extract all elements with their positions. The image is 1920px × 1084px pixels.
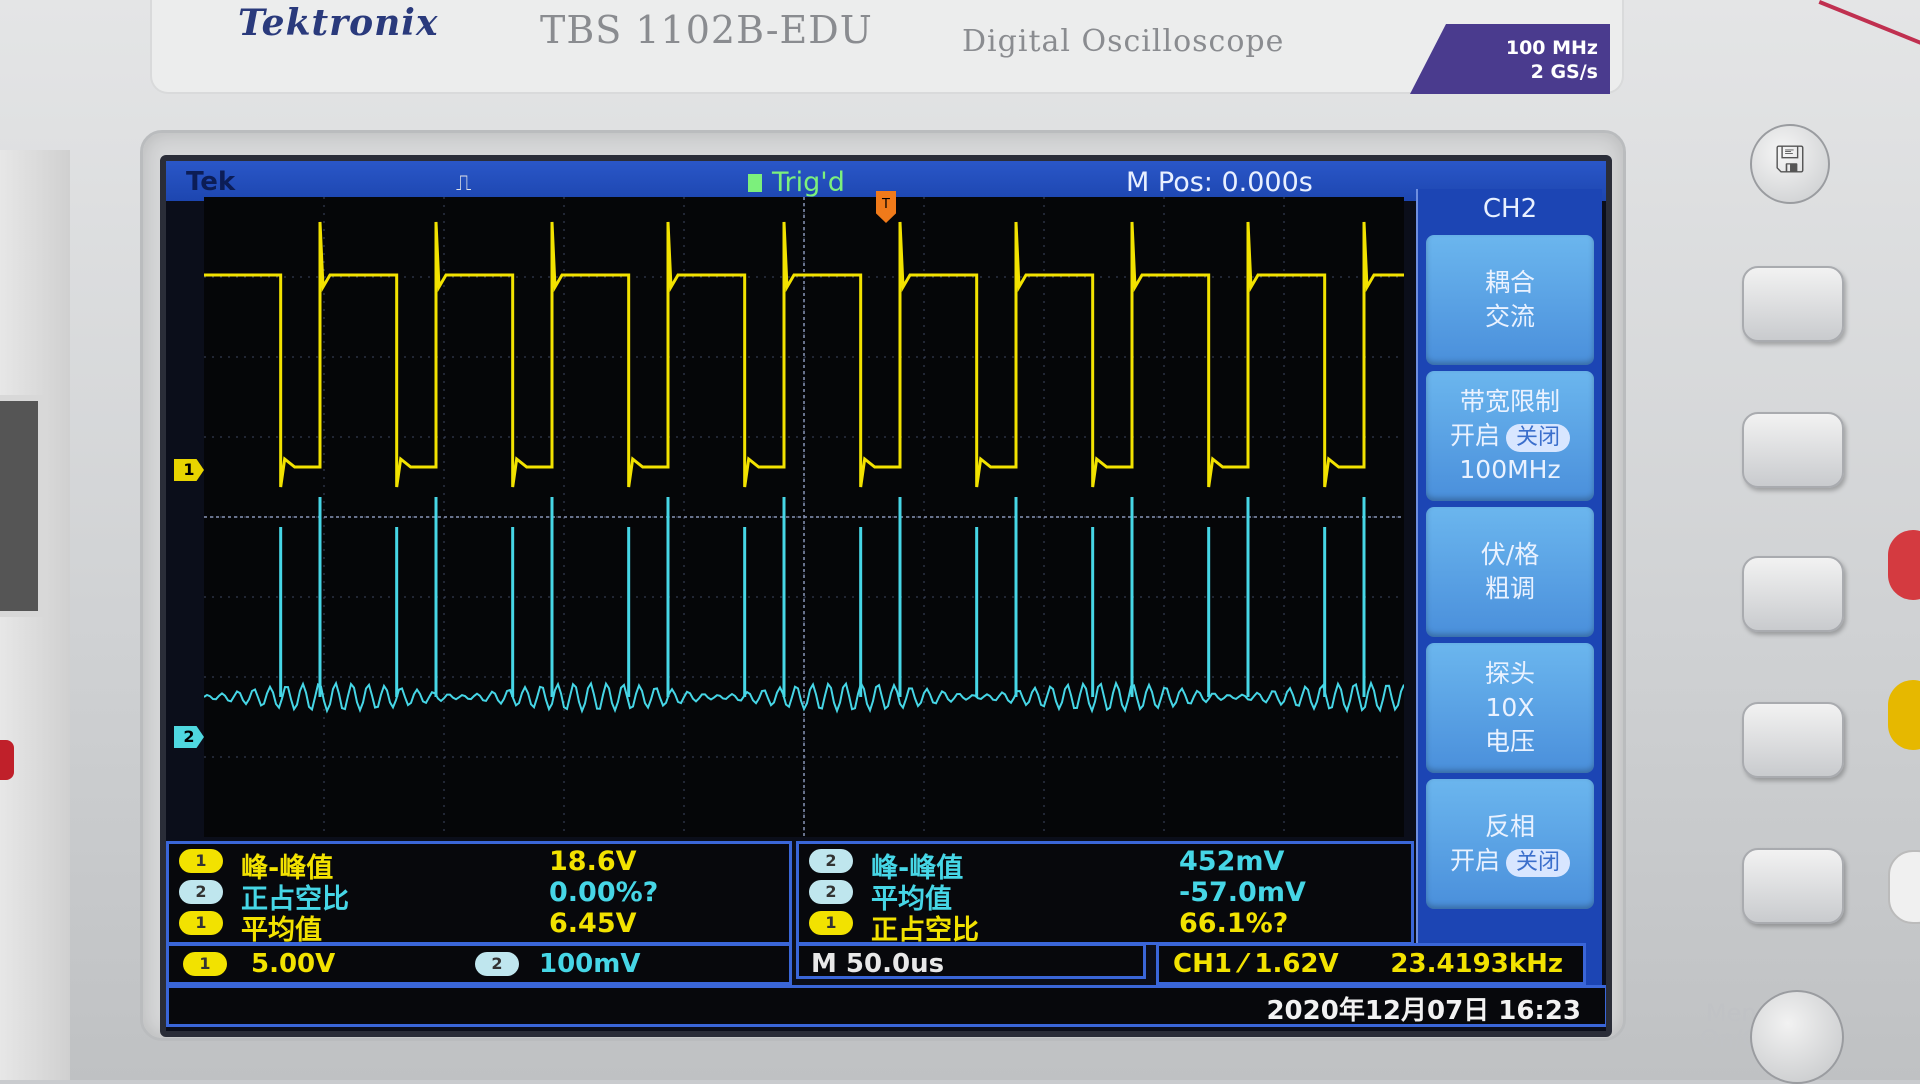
front-panel-right: 🖫 Menu On/Off	[1620, 90, 1920, 1084]
measurement-row: 1 正占空比 66.1%?	[799, 908, 1411, 946]
left-red-indicator	[0, 740, 14, 780]
menu-on-off-button[interactable]	[1750, 990, 1844, 1084]
ch2-ground-marker: 2	[174, 726, 204, 748]
menu-probe-attenuation: 10X	[1485, 693, 1535, 722]
measurement-value: -57.0mV	[1179, 877, 1306, 908]
measurement-label: 平均值	[241, 915, 322, 946]
menu-invert-on: 开启	[1449, 846, 1500, 875]
trigger-level: CH1 ⁄ 1.62V	[1173, 949, 1339, 979]
menu-probe-label: 探头	[1484, 659, 1535, 688]
menu-bandwidth-on: 开启	[1449, 421, 1500, 450]
menu-bandwidth-limit[interactable]: 带宽限制 开启 关闭 100MHz	[1426, 371, 1594, 501]
option-button-3[interactable]	[1742, 556, 1844, 632]
measurement-value: 0.00%?	[549, 877, 659, 908]
left-panel-insert	[0, 395, 44, 617]
menu-invert-toggle-row: 开启 关闭	[1426, 844, 1594, 878]
side-menu: CH2 耦合 交流 带宽限制 开启 关闭 100MHz 伏/格 粗调 探头 10X…	[1416, 189, 1602, 1019]
channel-badge: 1	[179, 849, 223, 873]
ch1-volts-div: 5.00V	[251, 949, 336, 979]
save-button[interactable]: 🖫	[1750, 124, 1830, 204]
option-button-4[interactable]	[1742, 702, 1844, 778]
yellow-control-button[interactable]	[1888, 680, 1920, 750]
white-control-button[interactable]	[1888, 850, 1920, 924]
measurements-right-panel: 2 峰-峰值 452mV 2 平均值 -57.0mV 1 正占空比 66.1%?	[796, 841, 1414, 946]
measurement-value: 18.6V	[549, 846, 637, 877]
ch2-badge: 2	[475, 952, 519, 976]
horizontal-position: M Pos: 0.000s	[1126, 167, 1313, 198]
model-name: TBS 1102B-EDU	[540, 8, 873, 52]
measurement-row: 2 正占空比 0.00%?	[169, 877, 789, 915]
option-button-2[interactable]	[1742, 412, 1844, 488]
ch1-ground-marker: 1	[174, 459, 204, 481]
option-button-1[interactable]	[1742, 266, 1844, 342]
trigger-status-label: Trig'd	[772, 167, 845, 198]
menu-bandwidth-value: 100MHz	[1459, 455, 1561, 484]
trigger-edge-icon: ⎍	[456, 171, 472, 196]
menu-invert-off-pill: 关闭	[1506, 849, 1571, 877]
menu-volts-div-label: 伏/格	[1480, 540, 1540, 569]
left-housing	[0, 150, 70, 1080]
measurement-row: 1 峰-峰值 18.6V	[169, 846, 789, 884]
menu-bandwidth-off-pill: 关闭	[1506, 424, 1571, 452]
menu-bandwidth-toggle-row: 开启 关闭	[1426, 419, 1594, 453]
menu-invert-label: 反相	[1484, 812, 1535, 841]
menu-volts-div[interactable]: 伏/格 粗调	[1426, 507, 1594, 637]
menu-invert[interactable]: 反相 开启 关闭	[1426, 779, 1594, 909]
trigger-status-icon	[748, 174, 762, 192]
measurement-value: 6.45V	[549, 908, 637, 939]
frequency-readout: 23.4193kHz	[1390, 949, 1563, 979]
menu-coupling-value: 交流	[1484, 302, 1535, 331]
spec-bandwidth: 100 MHz	[1505, 37, 1598, 59]
device-description: Digital Oscilloscope	[962, 24, 1285, 59]
measurement-label: 正占空比	[871, 915, 979, 946]
measurements-left-panel: 1 峰-峰值 18.6V 2 正占空比 0.00%? 1 平均值 6.45V	[166, 841, 792, 946]
measurement-value: 452mV	[1179, 846, 1285, 877]
red-control-button[interactable]	[1888, 530, 1920, 600]
display-screen: Tek ⎍ Trig'd M Pos: 0.000s 1 2 T CH2 耦合 …	[160, 155, 1612, 1037]
menu-probe-type: 电压	[1484, 727, 1535, 756]
waveform-graticule	[204, 197, 1404, 837]
trigger-status: Trig'd	[748, 167, 845, 198]
floppy-disk-icon: 🖫	[1774, 139, 1806, 181]
side-menu-title: CH2	[1482, 194, 1538, 224]
waveform-plot	[204, 197, 1404, 837]
channel-badge: 1	[179, 911, 223, 935]
tek-logo: Tek	[186, 167, 236, 197]
channel-scales: 1 5.00V 2 100mV	[166, 943, 792, 985]
datetime-readout: 2020年12月07日 16:23	[1266, 996, 1581, 1026]
ch1-badge: 1	[183, 952, 227, 976]
menu-probe[interactable]: 探头 10X 电压	[1426, 643, 1594, 773]
brand-logo: Tektronix	[238, 2, 439, 44]
date-bar: 2020年12月07日 16:23	[166, 985, 1606, 1027]
menu-volts-div-value: 粗调	[1484, 574, 1535, 603]
spec-sample-rate: 2 GS/s	[1530, 61, 1598, 83]
channel-badge: 2	[809, 880, 853, 904]
scale-bar: 1 5.00V 2 100mV M 50.0us CH1 ⁄ 1.62V 23.…	[166, 943, 1602, 985]
measurement-row: 2 平均值 -57.0mV	[799, 877, 1411, 915]
channel-badge: 1	[809, 911, 853, 935]
measurement-row: 2 峰-峰值 452mV	[799, 846, 1411, 884]
option-button-5[interactable]	[1742, 848, 1844, 924]
ch2-volts-div: 100mV	[539, 949, 641, 979]
measurement-value: 66.1%?	[1179, 908, 1289, 939]
measurement-row: 1 平均值 6.45V	[169, 908, 789, 946]
menu-coupling[interactable]: 耦合 交流	[1426, 235, 1594, 365]
menu-coupling-label: 耦合	[1484, 268, 1535, 297]
menu-bandwidth-label: 带宽限制	[1459, 387, 1560, 416]
timebase-readout: M 50.0us	[796, 943, 1146, 979]
channel-badge: 2	[179, 880, 223, 904]
trigger-readout: CH1 ⁄ 1.62V 23.4193kHz	[1156, 943, 1586, 985]
channel-badge: 2	[809, 849, 853, 873]
